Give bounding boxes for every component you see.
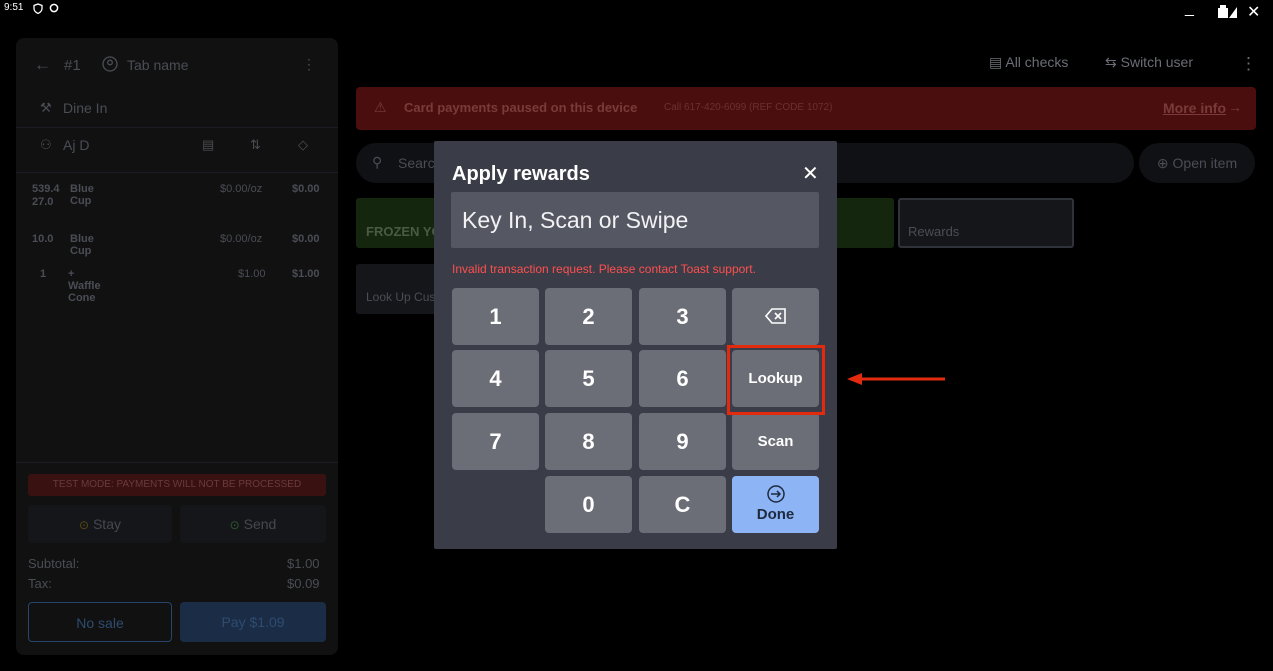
dining-option[interactable]: Dine In — [63, 100, 107, 116]
all-checks-button[interactable]: ▤ All checks — [989, 54, 1068, 71]
scan-button[interactable]: Scan — [732, 413, 819, 470]
item-unit-price: $0.00/oz — [220, 233, 263, 245]
more-vertical-icon[interactable]: ⋮ — [1240, 54, 1257, 74]
item-name[interactable]: Blue Cup — [70, 183, 94, 207]
menu-tile-rewards[interactable]: Rewards — [898, 198, 1074, 248]
tile-label: Rewards — [908, 224, 960, 239]
backspace-icon — [764, 308, 786, 324]
key-2[interactable]: 2 — [545, 288, 632, 345]
transfer-icon[interactable]: ⇅ — [250, 137, 261, 153]
network-icon — [1217, 4, 1239, 25]
check-number: #1 — [64, 57, 81, 74]
status-time: 9:51 — [4, 2, 24, 13]
clear-button[interactable]: C — [639, 476, 726, 533]
back-arrow-icon[interactable]: ← — [34, 55, 51, 75]
open-item-label: Open item — [1172, 155, 1238, 171]
item-total: $0.00 — [292, 183, 320, 195]
alert-banner: ⚠ Card payments paused on this device Ca… — [356, 87, 1256, 130]
key-6[interactable]: 6 — [639, 350, 726, 407]
close-icon[interactable]: ✕ — [802, 161, 819, 186]
minimize-icon[interactable]: _ — [1185, 0, 1194, 18]
stay-icon: ⊙ — [79, 518, 90, 532]
item-total: $0.00 — [292, 233, 320, 245]
item-qty: 539.4 27.0 — [32, 183, 60, 208]
status-bar: 9:51 _ ✕ — [0, 0, 1273, 28]
search-icon: ⚲ — [372, 154, 383, 170]
server-name[interactable]: Aj D — [63, 137, 89, 153]
key-3[interactable]: 3 — [639, 288, 726, 345]
key-7[interactable]: 7 — [452, 413, 539, 470]
swap-icon: ⇆ — [1105, 54, 1117, 70]
open-item-button[interactable]: ⊕ Open item — [1139, 143, 1255, 183]
more-vertical-icon[interactable]: ⋮ — [302, 56, 316, 73]
record-icon — [49, 3, 59, 16]
send-label: Send — [243, 516, 277, 532]
key-1[interactable]: 1 — [452, 288, 539, 345]
pay-button[interactable]: Pay $1.09 — [180, 602, 326, 642]
all-checks-label: All checks — [1005, 54, 1069, 70]
stay-button[interactable]: ⊙ Stay — [28, 505, 172, 543]
arrow-right-icon: → — [1228, 99, 1242, 115]
enter-icon — [766, 485, 785, 503]
item-name[interactable]: Blue Cup — [70, 233, 94, 257]
split-check-icon[interactable]: ▤ — [202, 137, 214, 153]
switch-user-label: Switch user — [1120, 54, 1193, 70]
item-unit-price: $1.00 — [238, 268, 266, 280]
tax-value: $0.09 — [287, 576, 320, 591]
alert-detail: Call 617-420-6099 (REF CODE 1072) — [664, 102, 833, 113]
send-icon: ⊙ — [229, 518, 240, 532]
server-icon: ⚇ — [40, 137, 52, 152]
done-label: Done — [756, 506, 795, 523]
item-unit-price: $0.00/oz — [220, 183, 263, 195]
subtotal-value: $1.00 — [287, 556, 320, 571]
tab-name[interactable]: Tab name — [127, 57, 188, 73]
key-8[interactable]: 8 — [545, 413, 632, 470]
stay-label: Stay — [92, 516, 121, 532]
item-qty: 1 — [40, 268, 47, 280]
tag-icon[interactable]: ◇ — [298, 137, 308, 153]
checks-icon: ▤ — [989, 54, 1003, 70]
dining-icon: ⚒ — [40, 100, 52, 115]
backspace-button[interactable] — [732, 288, 819, 345]
test-mode-banner: TEST MODE: PAYMENTS WILL NOT BE PROCESSE… — [28, 474, 326, 496]
reward-code-input[interactable] — [451, 192, 819, 248]
person-icon — [102, 56, 118, 77]
error-message: Invalid transaction request. Please cont… — [452, 262, 756, 276]
item-total: $1.00 — [292, 268, 320, 280]
alert-message: Card payments paused on this device — [404, 100, 638, 115]
item-name[interactable]: + Waffle Cone — [68, 268, 101, 304]
tax-label: Tax: — [28, 576, 52, 591]
close-window-icon[interactable]: ✕ — [1247, 2, 1260, 22]
done-button[interactable]: Done — [732, 476, 819, 533]
key-9[interactable]: 9 — [639, 413, 726, 470]
more-info-link[interactable]: More info — [1163, 100, 1226, 116]
key-4[interactable]: 4 — [452, 350, 539, 407]
annotation-highlight-box — [727, 345, 825, 415]
dialog-title: Apply rewards — [452, 163, 590, 185]
warning-icon: ⚠ — [374, 99, 387, 115]
switch-user-button[interactable]: ⇆ Switch user — [1105, 54, 1193, 71]
no-sale-button[interactable]: No sale — [28, 602, 172, 642]
plus-circle-icon: ⊕ — [1156, 155, 1169, 171]
shield-icon — [33, 3, 43, 17]
key-5[interactable]: 5 — [545, 350, 632, 407]
send-button[interactable]: ⊙ Send — [180, 505, 326, 543]
annotation-arrow-icon — [847, 373, 945, 385]
key-0[interactable]: 0 — [545, 476, 632, 533]
item-qty: 10.0 — [32, 233, 54, 245]
subtotal-label: Subtotal: — [28, 556, 80, 571]
